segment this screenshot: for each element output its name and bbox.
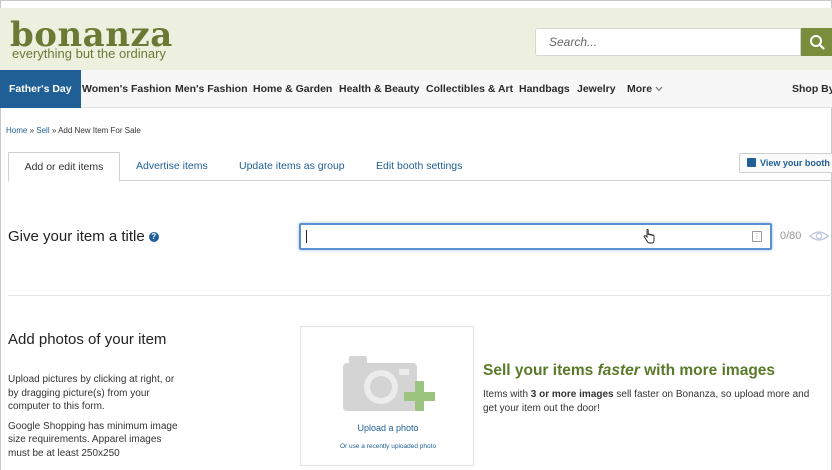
tab-update-items-as-group[interactable]: Update items as group bbox=[239, 152, 345, 181]
camera-add-icon bbox=[343, 356, 435, 411]
category-nav: Father's Day Women's Fashion Men's Fashi… bbox=[0, 70, 832, 108]
item-title-label: Give your item a title? bbox=[8, 228, 159, 245]
nav-item-shop-by[interactable]: Shop By bbox=[792, 70, 832, 108]
breadcrumb-separator: » bbox=[29, 126, 35, 135]
nav-item-jewelry[interactable]: Jewelry bbox=[577, 70, 616, 108]
nav-item-more[interactable]: More bbox=[627, 70, 663, 108]
nav-item-home-garden[interactable]: Home & Garden bbox=[253, 70, 332, 108]
search-box[interactable] bbox=[535, 28, 801, 56]
photos-instructions: Upload pictures by clicking at right, or… bbox=[8, 374, 175, 412]
nav-item-mens-fashion[interactable]: Men's Fashion bbox=[175, 70, 248, 108]
keyboard-icon[interactable]: ⋮ bbox=[752, 231, 762, 242]
upload-photo-link[interactable]: Upload a photo bbox=[301, 423, 475, 433]
tab-add-or-edit-items[interactable]: Add or edit items bbox=[8, 152, 120, 182]
item-title-text: Give your item a title bbox=[8, 228, 145, 245]
promo-text-pre: Items with bbox=[483, 389, 531, 400]
promo-heading-pre: Sell your items bbox=[483, 362, 598, 379]
item-title-field[interactable]: ⋮ bbox=[299, 223, 772, 250]
breadcrumb-sell[interactable]: Sell bbox=[36, 126, 49, 135]
logo-tagline: everything but the ordinary bbox=[12, 46, 166, 61]
nav-item-fathers-day[interactable]: Father's Day bbox=[0, 70, 81, 108]
promo-text: Items with 3 or more images sell faster … bbox=[483, 388, 823, 416]
breadcrumb: Home » Sell » Add New Item For Sale bbox=[6, 126, 141, 135]
nav-item-health-beauty[interactable]: Health & Beauty bbox=[339, 70, 420, 108]
breadcrumb-separator: » bbox=[51, 126, 57, 135]
external-link-icon bbox=[747, 158, 756, 167]
recent-photo-link[interactable]: Or use a recently uploaded photo bbox=[301, 443, 475, 450]
hand-cursor-icon bbox=[643, 229, 655, 244]
breadcrumb-current: Add New Item For Sale bbox=[58, 126, 141, 135]
nav-item-handbags[interactable]: Handbags bbox=[519, 70, 570, 108]
nav-more-label: More bbox=[627, 83, 653, 95]
promo-heading: Sell your items faster with more images bbox=[483, 362, 775, 380]
site-header: bonanza everything but the ordinary bbox=[0, 8, 832, 70]
promo-text-bold: 3 or more images bbox=[530, 389, 614, 400]
search-button[interactable] bbox=[801, 28, 832, 56]
text-caret bbox=[306, 230, 307, 243]
nav-item-womens-fashion[interactable]: Women's Fashion bbox=[82, 70, 171, 108]
promo-heading-post: with more images bbox=[639, 362, 776, 379]
eye-icon[interactable] bbox=[809, 230, 829, 242]
item-title-input[interactable] bbox=[301, 225, 741, 248]
tab-advertise-items[interactable]: Advertise items bbox=[136, 152, 208, 181]
title-char-count: 0/80 bbox=[780, 230, 802, 242]
promo-heading-emphasis: faster bbox=[597, 362, 640, 379]
photo-upload-dropzone[interactable]: Upload a photo Or use a recently uploade… bbox=[300, 326, 474, 466]
booth-tabs: Add or edit items Advertise items Update… bbox=[8, 152, 832, 182]
photos-requirements: Google Shopping has minimum image size r… bbox=[8, 420, 178, 459]
chevron-down-icon bbox=[655, 86, 663, 92]
view-booth-button[interactable]: View your booth bbox=[739, 153, 832, 173]
help-icon[interactable]: ? bbox=[148, 232, 159, 243]
nav-item-collectibles-art[interactable]: Collectibles & Art bbox=[426, 70, 513, 108]
search-input[interactable] bbox=[536, 29, 800, 55]
tab-edit-booth-settings[interactable]: Edit booth settings bbox=[376, 152, 462, 181]
breadcrumb-home[interactable]: Home bbox=[6, 126, 27, 135]
search-icon bbox=[809, 35, 825, 50]
view-booth-label: View your booth bbox=[760, 158, 830, 168]
section-divider bbox=[8, 295, 832, 296]
photos-description: Upload pictures by clicking at right, or… bbox=[8, 373, 184, 466]
photos-heading: Add photos of your item bbox=[8, 331, 167, 348]
